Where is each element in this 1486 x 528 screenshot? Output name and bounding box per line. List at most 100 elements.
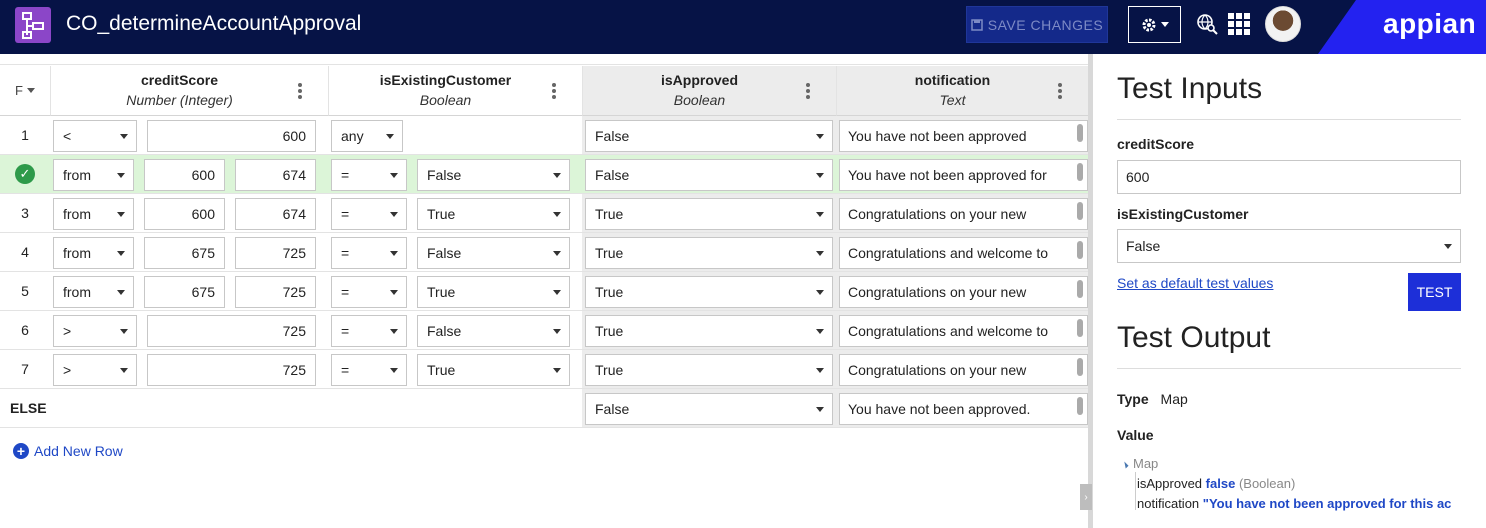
column-name: isApproved [660,72,738,88]
scrollbar[interactable] [1077,202,1083,220]
isexistingcustomer-value-select[interactable]: True [417,354,570,386]
isapproved-select[interactable]: True [585,237,833,269]
select-value: from [63,245,91,261]
isexistingcustomer-select[interactable]: False [1117,229,1461,263]
creditscore-to-input[interactable]: 674 [235,198,316,230]
save-changes-button[interactable]: SAVE CHANGES [966,6,1108,43]
isapproved-select[interactable]: True [585,354,833,386]
collapse-panel-icon[interactable]: › [1080,484,1092,510]
scrollbar[interactable] [1077,280,1083,298]
chevron-down-icon [816,212,824,217]
row-number: 5 [21,283,29,299]
test-button[interactable]: TEST [1408,273,1461,311]
creditscore-operator-select[interactable]: from [53,198,134,230]
select-value: > [63,362,72,378]
add-new-row-link[interactable]: + Add New Row [13,443,123,459]
isexistingcustomer-value-select[interactable]: False [417,315,570,347]
creditscore-to-input[interactable]: 725 [235,276,316,308]
isapproved-select[interactable]: True [585,276,833,308]
isexistingcustomer-operator-select[interactable]: = [331,354,407,386]
isexistingcustomer-operator-select[interactable]: = [331,198,407,230]
column-type: Boolean [673,92,726,108]
creditscore-operator-select[interactable]: > [53,354,137,386]
isapproved-select[interactable]: False [585,393,833,425]
creditscore-from-input[interactable]: 600 [144,159,225,191]
notification-textarea[interactable]: Congratulations and welcome to [839,237,1088,269]
column-header-creditscore[interactable]: creditScore Number (Integer) [50,66,328,116]
scrollbar[interactable] [1077,241,1083,259]
tree-root[interactable]: Map [1121,456,1158,471]
column-name: isExistingCustomer [379,72,512,88]
set-default-test-values-link[interactable]: Set as default test values [1117,275,1273,291]
select-value: = [341,362,350,378]
isexistingcustomer-value-select[interactable]: False [417,237,570,269]
creditscore-operator-select[interactable]: > [53,315,137,347]
creditscore-operator-select[interactable]: from [53,237,134,269]
more-options-icon[interactable] [1058,83,1062,101]
isexistingcustomer-value-select[interactable]: True [417,276,570,308]
isexistingcustomer-operator-select[interactable]: = [331,276,407,308]
user-avatar[interactable] [1265,6,1301,42]
select-value: True [595,323,624,339]
expand-triangle-icon[interactable] [1121,461,1129,469]
notification-textarea[interactable]: You have not been approved [839,120,1088,152]
creditscore-value-input[interactable]: 600 [147,120,316,152]
row-number: ✓ [0,155,50,193]
scrollbar[interactable] [1077,124,1083,142]
more-options-icon[interactable] [806,83,810,101]
creditscore-from-input[interactable]: 600 [144,198,225,230]
globe-search-icon[interactable] [1196,13,1218,35]
column-header-notification[interactable]: notification Text [836,66,1088,116]
tree-key: notification [1137,496,1200,511]
isexistingcustomer-value-select[interactable]: False [417,159,570,191]
creditscore-label: creditScore [1117,136,1195,152]
creditscore-from-input[interactable]: 675 [144,237,225,269]
chevron-down-icon [816,329,824,334]
scrollbar[interactable] [1077,358,1083,376]
creditscore-input[interactable]: 600 [1117,160,1461,194]
notification-textarea[interactable]: You have not been approved for [839,159,1088,191]
creditscore-operator-select[interactable]: from [53,276,134,308]
scrollbar[interactable] [1077,163,1083,181]
creditscore-to-input[interactable]: 674 [235,159,316,191]
more-options-icon[interactable] [552,83,556,101]
isexistingcustomer-operator-select[interactable]: = [331,237,407,269]
chevron-down-icon [816,173,824,178]
divider [1117,368,1461,369]
more-options-icon[interactable] [298,83,302,101]
isapproved-select[interactable]: False [585,159,833,191]
notification-textarea[interactable]: Congratulations on your new [839,354,1088,386]
scrollbar[interactable] [1077,397,1083,415]
notification-textarea[interactable]: Congratulations on your new [839,198,1088,230]
isapproved-select[interactable]: False [585,120,833,152]
select-value: from [63,167,91,183]
chevron-down-icon [390,173,398,178]
chevron-down-icon [26,88,35,93]
isexistingcustomer-operator-select[interactable]: = [331,315,407,347]
isexistingcustomer-operator-select[interactable]: = [331,159,407,191]
creditscore-value-input[interactable]: 725 [147,315,316,347]
notification-textarea[interactable]: You have not been approved. [839,393,1088,425]
creditscore-value-input[interactable]: 725 [147,354,316,386]
settings-menu-button[interactable] [1128,6,1181,43]
creditscore-from-input[interactable]: 675 [144,276,225,308]
creditscore-operator-select[interactable]: < [53,120,137,152]
creditscore-operator-select[interactable]: from [53,159,134,191]
add-new-row-label: Add New Row [34,443,123,459]
notification-textarea[interactable]: Congratulations on your new [839,276,1088,308]
column-header-isapproved[interactable]: isApproved Boolean [582,66,836,116]
creditscore-to-input[interactable]: 725 [235,237,316,269]
app-launcher-icon[interactable] [1228,13,1250,35]
table-row: 1 <600 any False You have not been approved [0,116,1088,155]
scrollbar[interactable] [1077,319,1083,337]
else-label: ELSE [10,400,47,416]
isapproved-select[interactable]: True [585,315,833,347]
column-header-isexistingcustomer[interactable]: isExistingCustomer Boolean [328,66,582,116]
chevron-down-icon [553,368,561,373]
isexistingcustomer-operator-select[interactable]: any [331,120,403,152]
notification-text: You have not been approved. [848,401,1031,417]
isexistingcustomer-value-select[interactable]: True [417,198,570,230]
hit-policy-menu[interactable]: F [0,66,50,116]
notification-textarea[interactable]: Congratulations and welcome to [839,315,1088,347]
isapproved-select[interactable]: True [585,198,833,230]
